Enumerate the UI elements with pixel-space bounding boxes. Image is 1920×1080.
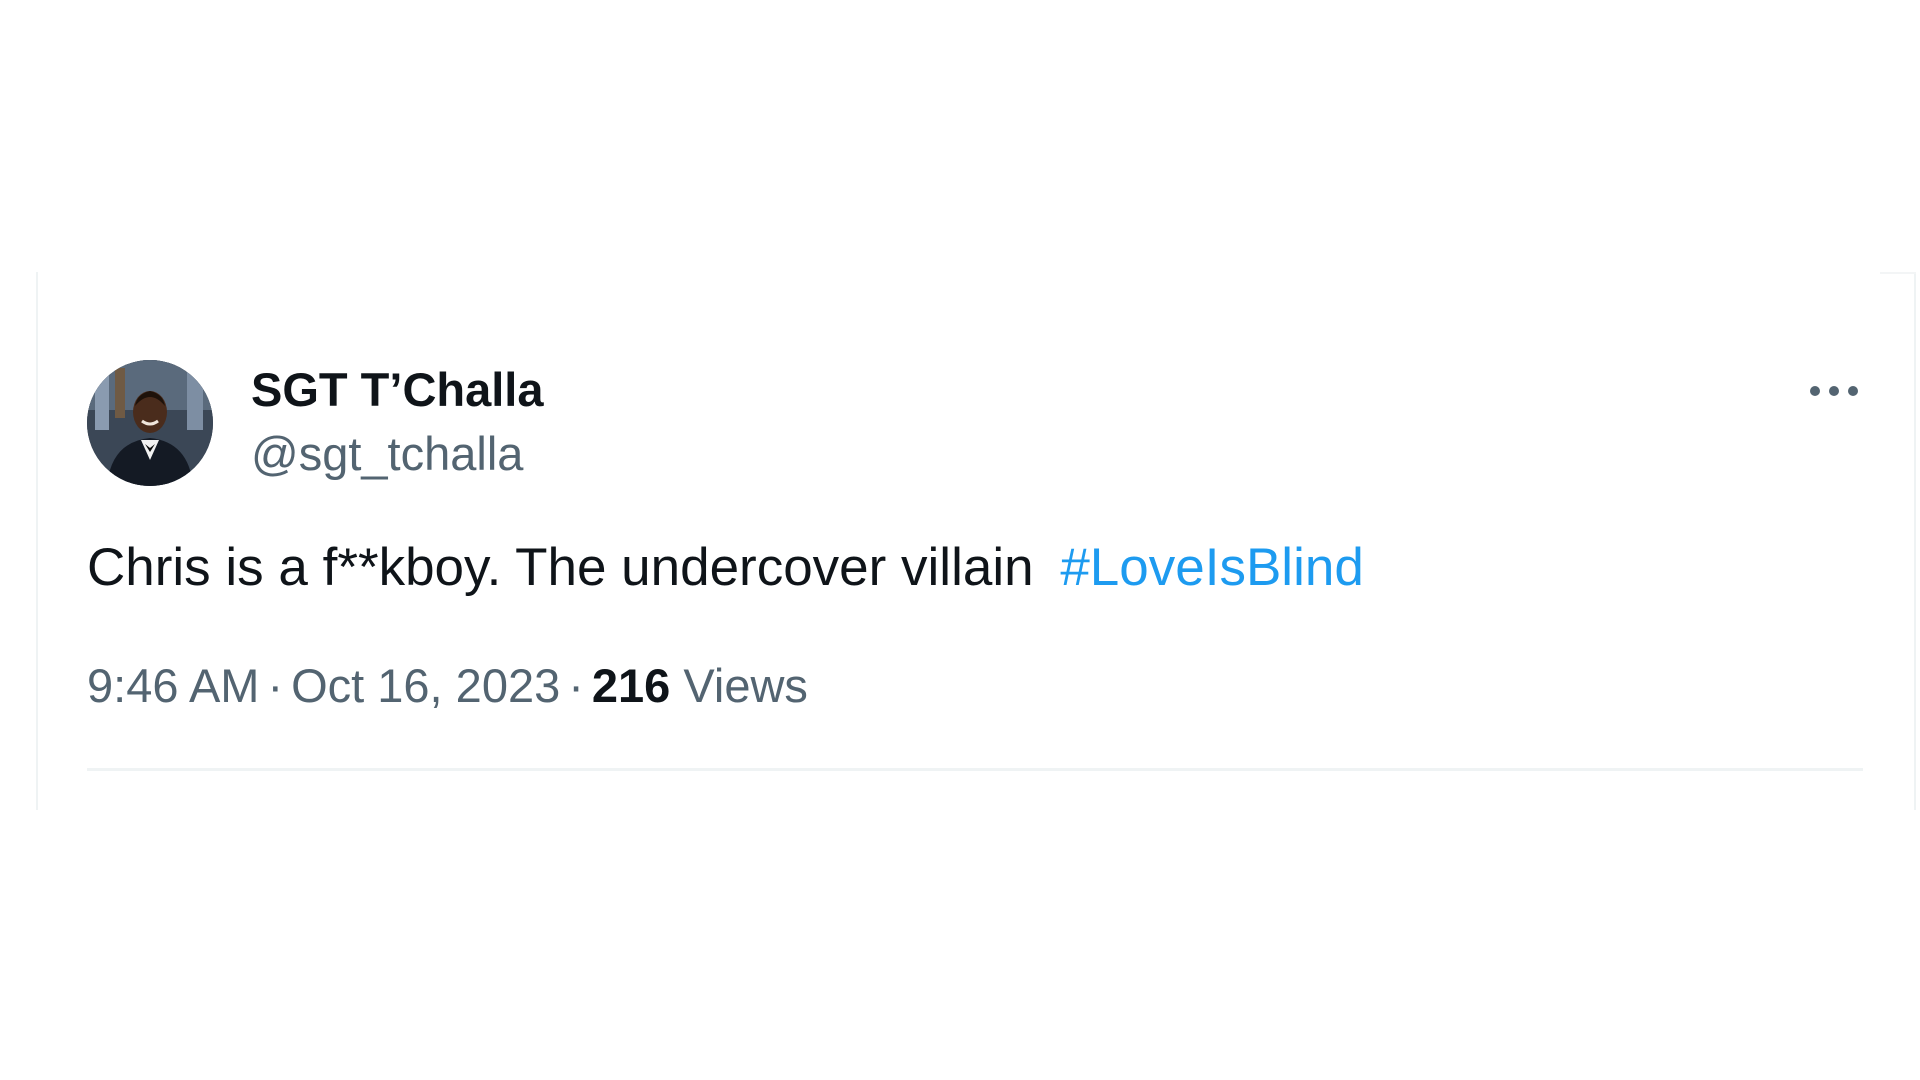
more-options-button[interactable] [1810, 376, 1858, 406]
meta-separator: · [267, 659, 284, 712]
tweet-text: Chris is a f**kboy. The undercover villa… [87, 538, 1034, 597]
avatar[interactable] [87, 360, 213, 486]
tweet-body: Chris is a f**kboy. The undercover villa… [87, 536, 1364, 600]
display-name[interactable]: SGT T’Challa [251, 362, 544, 418]
more-options-icon [1810, 386, 1820, 396]
user-handle[interactable]: @sgt_tchalla [251, 426, 523, 482]
meta-separator: · [568, 659, 584, 712]
tweet-date[interactable]: Oct 16, 2023 [291, 659, 560, 712]
divider [87, 768, 1863, 771]
hashtag-link[interactable]: #LoveIsBlind [1060, 538, 1363, 597]
more-options-icon-dot [1829, 386, 1839, 396]
profile-photo-icon [87, 360, 213, 486]
card-top-edge [1880, 272, 1916, 274]
views-count[interactable]: 216 [592, 659, 670, 712]
more-options-icon-dot [1848, 386, 1858, 396]
views-label: Views [683, 659, 808, 712]
tweet-metadata: 9:46 AM · Oct 16, 2023 · 216 Views [87, 656, 808, 716]
tweet-time[interactable]: 9:46 AM [87, 659, 259, 712]
